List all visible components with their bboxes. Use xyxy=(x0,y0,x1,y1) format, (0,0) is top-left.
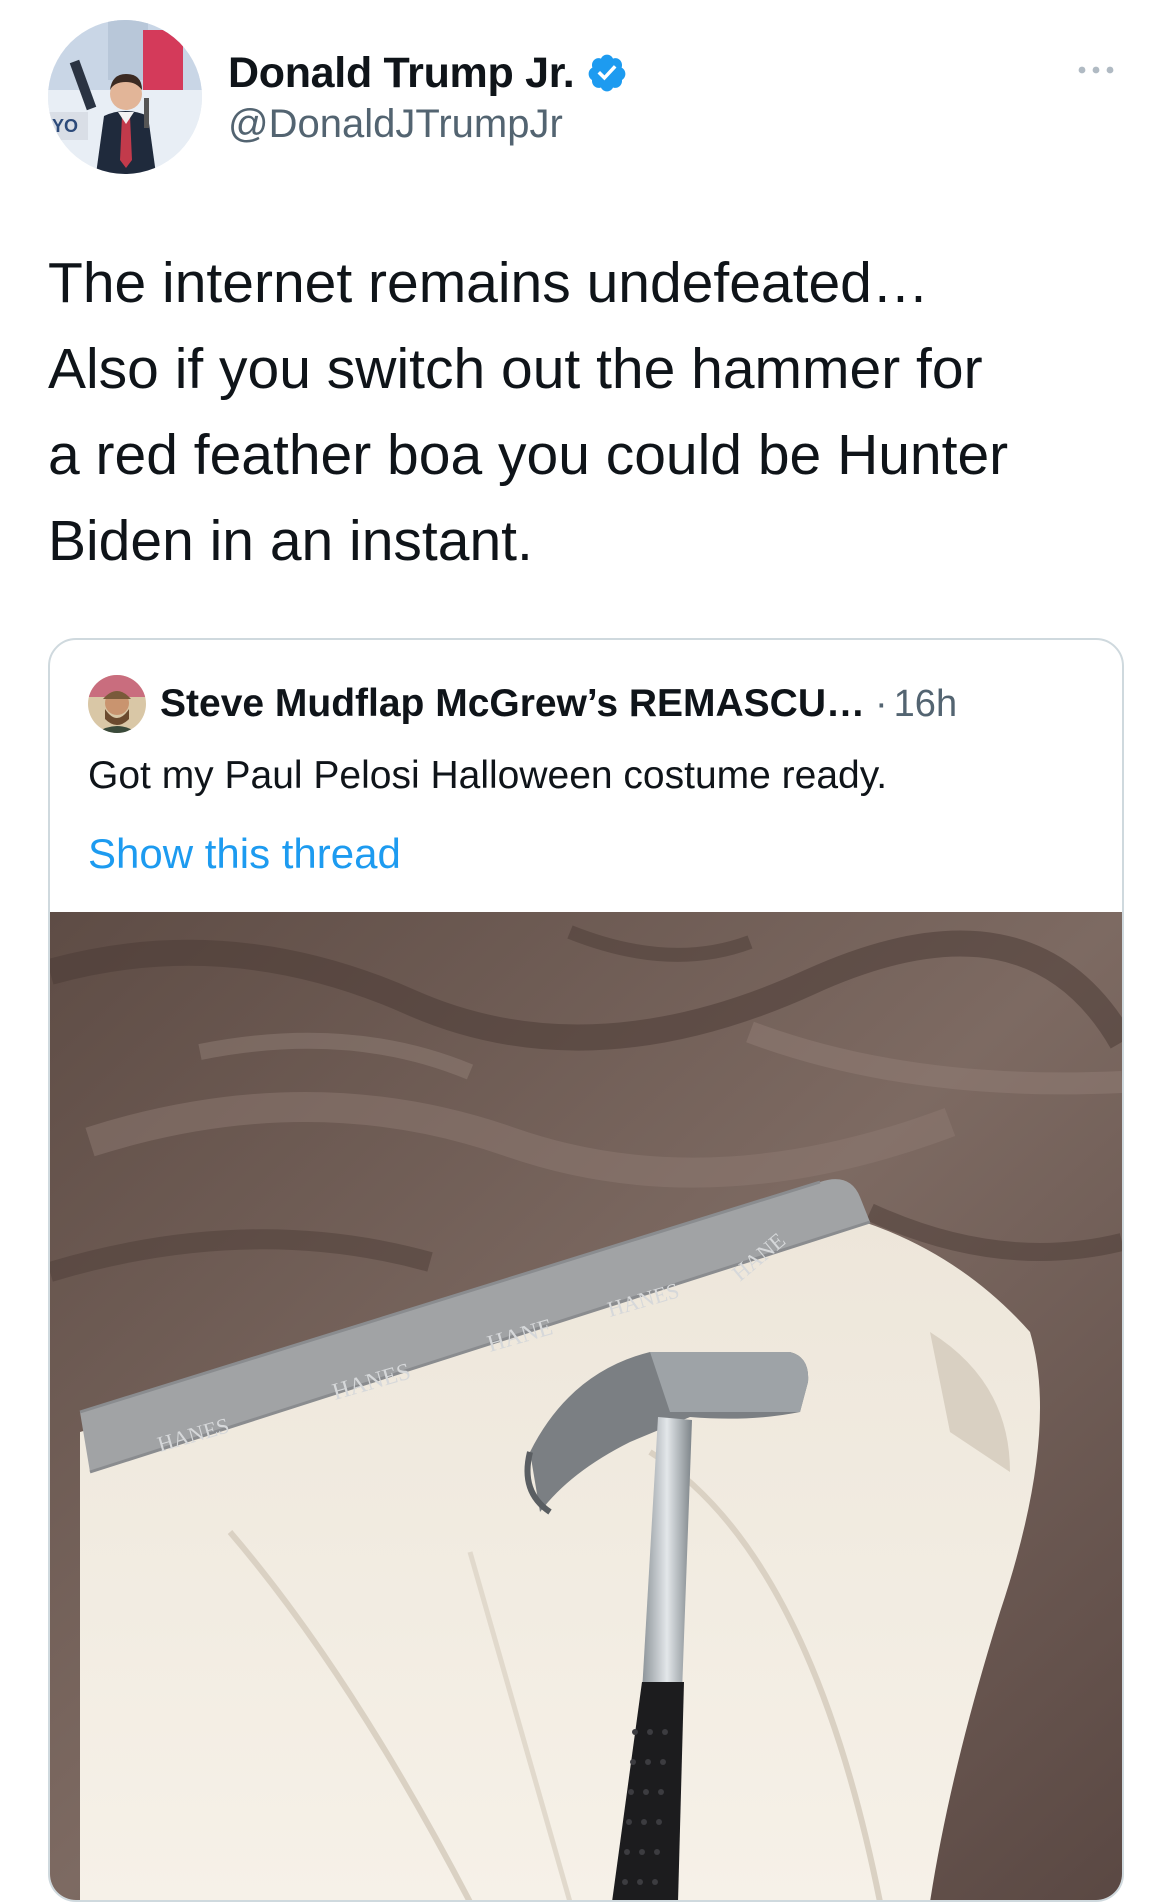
show-thread-link[interactable]: Show this thread xyxy=(88,830,401,878)
author-display-name[interactable]: Donald Trump Jr. xyxy=(228,49,575,98)
quoted-tweet-photo[interactable]: HANES HANES HANE HANES HANE xyxy=(50,912,1122,1900)
quoted-tweet-text: Got my Paul Pelosi Halloween costume rea… xyxy=(88,754,888,797)
quoted-author-avatar[interactable] xyxy=(88,675,146,733)
quoted-author-name[interactable]: Steve Mudflap McGrew’s REMASCU… xyxy=(160,682,865,726)
svg-text:YO: YO xyxy=(52,116,78,136)
more-icon xyxy=(1078,66,1114,74)
author-avatar[interactable]: YO xyxy=(48,20,202,174)
tweet-header: YO Donald Trump Jr. @DonaldJTrumpJr xyxy=(0,0,1170,190)
quoted-timestamp[interactable]: 16h xyxy=(894,683,957,726)
photo-underwear-hammer: HANES HANES HANE HANES HANE xyxy=(50,912,1122,1900)
separator-dot: · xyxy=(875,682,888,725)
quoted-tweet-card[interactable]: Steve Mudflap McGrew’s REMASCU… · 16h Go… xyxy=(48,638,1124,1902)
quoted-tweet-header: Steve Mudflap McGrew’s REMASCU… · 16h xyxy=(88,674,1098,734)
verified-badge-icon xyxy=(589,54,626,92)
tweet-text: The internet remains undefeated… Also if… xyxy=(48,251,1009,573)
author-handle[interactable]: @DonaldJTrumpJr xyxy=(228,102,563,147)
author-name-row: Donald Trump Jr. xyxy=(228,48,628,98)
more-options-button[interactable] xyxy=(1074,52,1118,88)
